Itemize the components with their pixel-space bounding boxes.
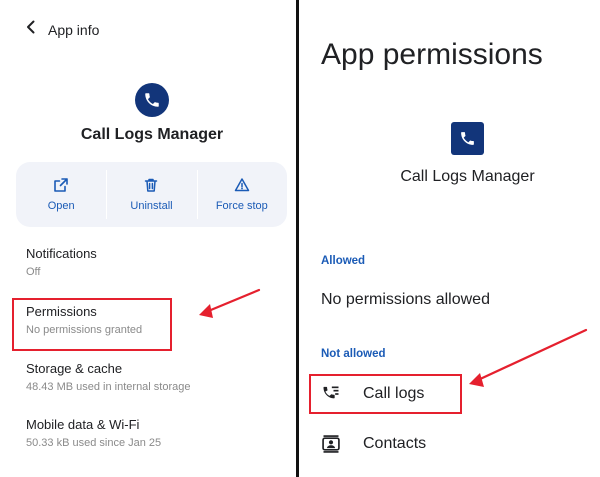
allowed-empty-text: No permissions allowed — [321, 291, 490, 308]
highlight-box-call-logs — [309, 374, 462, 414]
trash-icon — [145, 178, 158, 192]
setting-subtitle: Off — [26, 266, 41, 278]
setting-title: Storage & cache — [26, 361, 123, 376]
annotation-arrow-left — [199, 288, 261, 318]
uninstall-label: Uninstall — [130, 200, 173, 212]
mobile-data-setting[interactable]: Mobile data & Wi-Fi 50.33 kB used since … — [26, 417, 161, 449]
not-allowed-section-label: Not allowed — [321, 348, 386, 360]
force-stop-label: Force stop — [215, 200, 268, 212]
storage-setting[interactable]: Storage & cache 48.43 MB used in interna… — [26, 361, 191, 393]
allowed-section-label: Allowed — [321, 255, 366, 267]
app-permissions-screen: App permissions Call Logs Manager Allowe… — [299, 0, 600, 477]
back-arrow-icon[interactable] — [24, 20, 38, 39]
app-name: Call Logs Manager — [400, 168, 535, 185]
contacts-icon — [322, 435, 340, 453]
open-label: Open — [47, 200, 75, 212]
phone-icon — [461, 132, 474, 145]
setting-title: Notifications — [26, 246, 97, 261]
phone-icon — [145, 93, 159, 107]
setting-title: Mobile data & Wi-Fi — [26, 417, 140, 432]
permission-item-contacts[interactable]: Contacts — [321, 434, 426, 454]
notifications-setting[interactable]: Notifications Off — [26, 246, 97, 278]
highlight-box-permissions — [12, 298, 172, 351]
page-title: App info — [48, 21, 100, 38]
app-icon — [135, 83, 169, 117]
app-info-screen: App info Call Logs Manager Open Uninstal… — [0, 0, 296, 477]
permission-label: Contacts — [363, 435, 427, 452]
app-icon — [451, 122, 484, 155]
uninstall-button[interactable]: Uninstall — [106, 162, 196, 227]
open-external-icon — [54, 178, 68, 192]
setting-subtitle: 48.43 MB used in internal storage — [26, 381, 191, 393]
open-button[interactable]: Open — [16, 162, 106, 227]
force-stop-button[interactable]: Force stop — [196, 162, 287, 227]
page-title: App permissions — [321, 38, 543, 71]
setting-subtitle: 50.33 kB used since Jan 25 — [26, 437, 162, 449]
app-actions-bar: Open Uninstall Force stop — [16, 162, 287, 227]
app-name: Call Logs Manager — [80, 126, 224, 143]
app-info-header: App info — [24, 20, 99, 39]
warning-icon — [234, 178, 250, 192]
